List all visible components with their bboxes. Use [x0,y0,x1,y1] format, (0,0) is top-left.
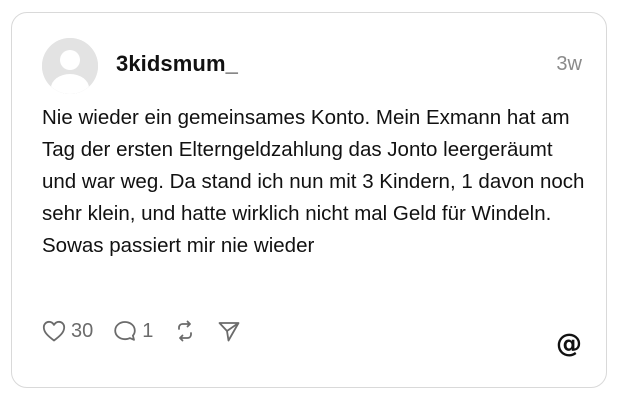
post-card: 3kidsmum_ 3w Nie wieder ein gemeinsames … [11,12,607,388]
like-button[interactable]: 30 [42,320,93,343]
comment-icon [114,321,136,341]
share-icon [218,322,240,342]
share-button[interactable] [217,320,241,342]
post-actions: 30 1 [42,315,261,347]
post-text: Nie wieder ein gemeinsames Konto. Mein E… [42,106,585,257]
repost-icon [178,320,193,342]
threads-logo-icon[interactable]: @ [556,331,582,357]
username[interactable]: 3kidsmum_ [116,51,238,77]
reply-button[interactable]: 1 [113,320,153,343]
reply-count: 1 [142,319,154,342]
heart-icon [42,320,66,342]
post-timestamp: 3w [556,53,582,75]
repost-button[interactable] [173,320,197,342]
like-count: 30 [71,319,94,342]
default-avatar-icon [42,38,98,94]
avatar[interactable] [42,38,98,94]
